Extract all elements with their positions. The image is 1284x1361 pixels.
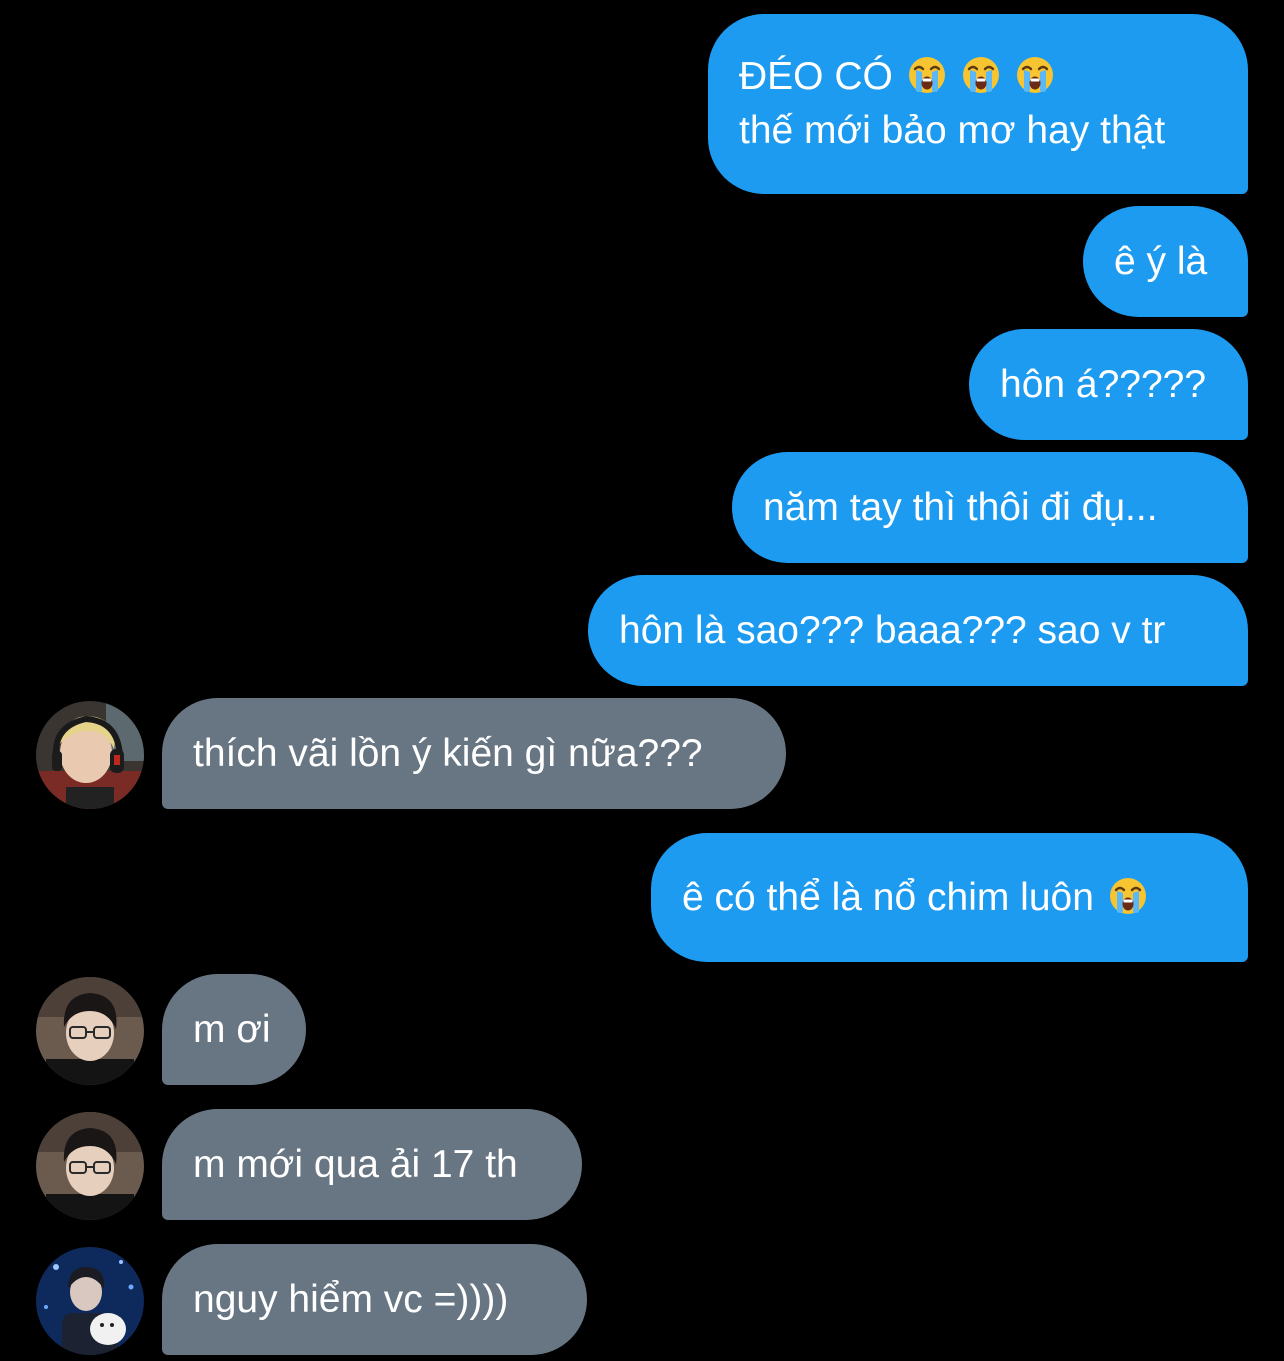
message-text: ê có thể là nổ chim luôn: [682, 875, 1094, 919]
message-text: hôn á?????: [1000, 362, 1207, 406]
loudly-crying-face-icon: [961, 55, 1001, 95]
message-line: ĐÉO CÓ: [739, 50, 1055, 104]
avatar[interactable]: [36, 701, 144, 809]
avatar-blonde-headset-image: [36, 701, 144, 809]
avatar[interactable]: [36, 977, 144, 1085]
message-text: ê ý là: [1114, 239, 1208, 283]
message-text: m ơi: [193, 1007, 271, 1051]
avatar-glasses-image: [36, 977, 144, 1085]
loudly-crying-face-icon: [1015, 55, 1055, 95]
message-line: ê có thể là nổ chim luôn: [682, 871, 1148, 925]
message-bubble-sent[interactable]: năm tay thì thôi đi đụ...: [732, 452, 1248, 563]
message-bubble-sent[interactable]: ê có thể là nổ chim luôn: [651, 833, 1248, 962]
message-text: m mới qua ải 17 th: [193, 1142, 518, 1186]
loudly-crying-face-icon: [907, 55, 947, 95]
message-bubble-sent[interactable]: ê ý là: [1083, 206, 1248, 317]
message-text: nguy hiểm vc =)))): [193, 1277, 509, 1321]
message-text: thích vãi lồn ý kiến gì nữa???: [193, 731, 703, 775]
message-bubble-received[interactable]: thích vãi lồn ý kiến gì nữa???: [162, 698, 786, 809]
message-bubble-received[interactable]: m mới qua ải 17 th: [162, 1109, 582, 1220]
avatar-glasses-image: [36, 1112, 144, 1220]
message-bubble-sent[interactable]: hôn á?????: [969, 329, 1248, 440]
avatar-blue-night-image: [36, 1247, 144, 1355]
loudly-crying-face-icon: [1108, 876, 1148, 916]
message-bubble-sent[interactable]: hôn là sao??? baaa??? sao v tr: [588, 575, 1248, 686]
message-text: hôn là sao??? baaa??? sao v tr: [619, 608, 1166, 652]
message-text: thế mới bảo mơ hay thật: [739, 109, 1166, 152]
message-text: ĐÉO CÓ: [739, 55, 893, 98]
message-text: năm tay thì thôi đi đụ...: [763, 485, 1158, 529]
message-bubble-received[interactable]: nguy hiểm vc =)))): [162, 1244, 587, 1355]
avatar[interactable]: [36, 1247, 144, 1355]
avatar[interactable]: [36, 1112, 144, 1220]
message-bubble-received[interactable]: m ơi: [162, 974, 306, 1085]
message-bubble-sent[interactable]: ĐÉO CÓ thế mới bảo mơ hay thật: [708, 14, 1248, 194]
